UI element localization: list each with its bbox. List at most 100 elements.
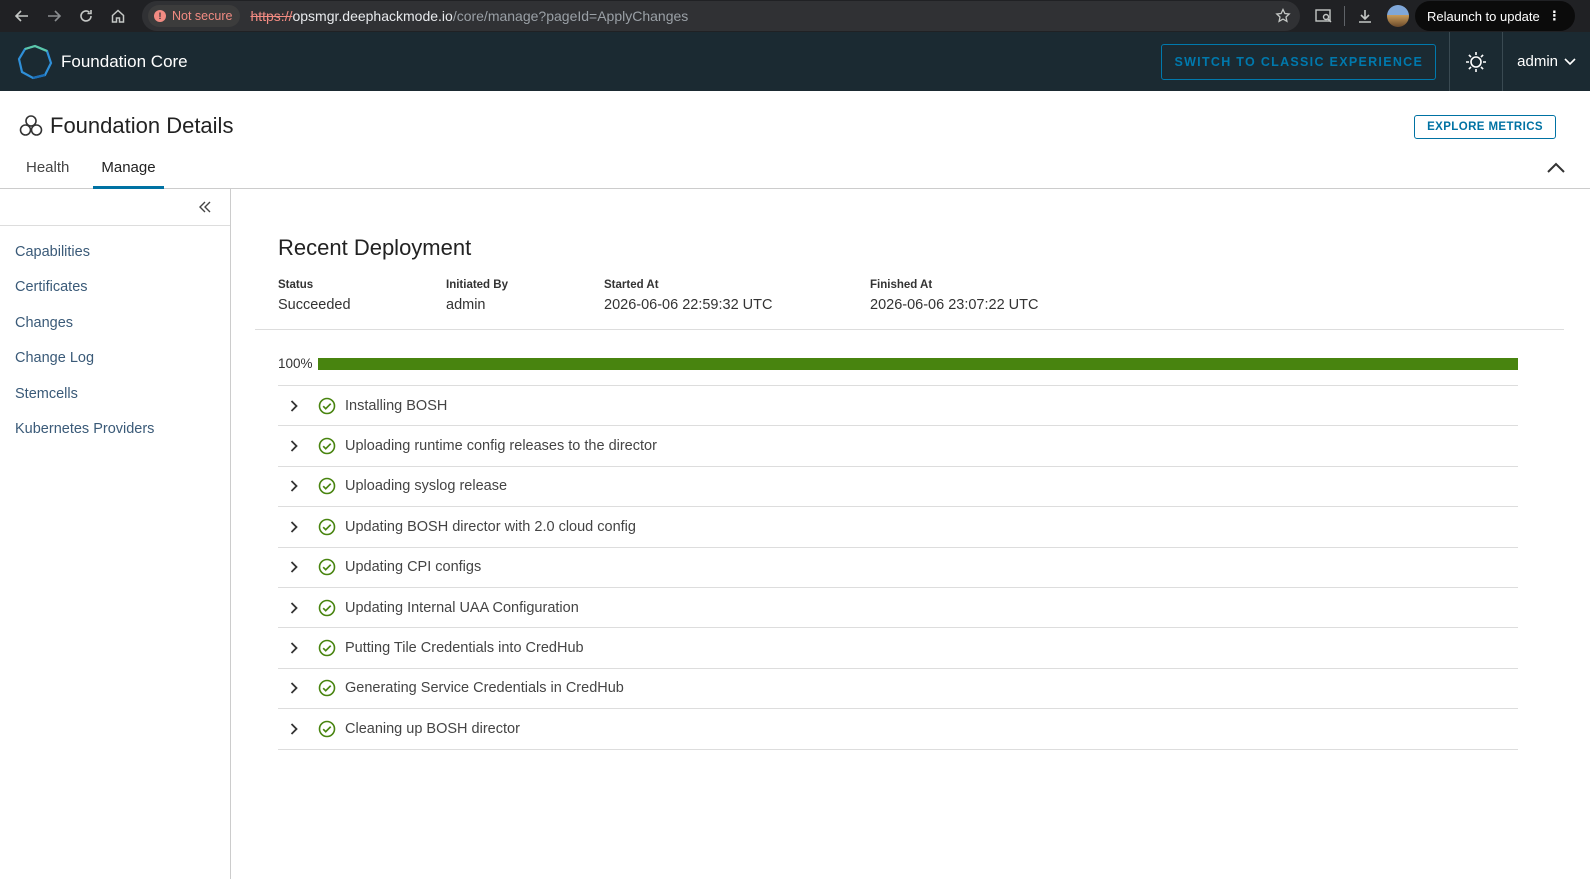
back-icon[interactable] (6, 0, 38, 32)
check-circle-icon (318, 679, 336, 697)
deployment-step[interactable]: Updating Internal UAA Configuration (278, 588, 1518, 629)
deployment-step[interactable]: Uploading syslog release (278, 467, 1518, 508)
explore-metrics-button[interactable]: EXPLORE METRICS (1414, 115, 1556, 139)
more-vert-icon: ⋮ (1547, 8, 1561, 23)
step-label: Generating Service Credentials in CredHu… (345, 680, 624, 697)
relaunch-button[interactable]: Relaunch to update ⋮ (1415, 1, 1575, 31)
relaunch-label: Relaunch to update (1427, 8, 1540, 24)
search-tab-icon[interactable] (1308, 0, 1340, 32)
deployment-step[interactable]: Putting Tile Credentials into CredHub (278, 628, 1518, 669)
step-label: Uploading syslog release (345, 478, 508, 495)
url-path: /core/manage?pageId=ApplyChanges (452, 8, 689, 24)
download-icon[interactable] (1349, 0, 1381, 32)
chevron-up-icon[interactable] (1546, 161, 1566, 179)
forward-icon[interactable] (38, 0, 70, 32)
page-header: Foundation Details EXPLORE METRICS Healt… (0, 91, 1590, 189)
check-circle-icon (318, 558, 336, 576)
sidebar-item-certificates[interactable]: Certificates (0, 270, 230, 306)
deployment-step[interactable]: Uploading runtime config releases to the… (278, 426, 1518, 467)
deployment-step[interactable]: Updating CPI configs (278, 548, 1518, 588)
main-panel: Recent Deployment Status Succeeded Initi… (231, 189, 1590, 879)
foundation-logo-icon (17, 44, 53, 79)
meta-label: Initiated By (446, 279, 508, 291)
deployment-step[interactable]: Installing BOSH (278, 386, 1518, 427)
url-text[interactable]: https://opsmgr.deephackmode.io/core/mana… (250, 8, 688, 24)
check-circle-icon (318, 599, 336, 617)
step-label: Cleaning up BOSH director (345, 720, 520, 737)
chevron-right-icon[interactable] (290, 723, 308, 735)
deployment-step[interactable]: Generating Service Credentials in CredHu… (278, 669, 1518, 710)
progress-fill (318, 357, 1518, 370)
check-circle-icon (318, 477, 336, 495)
sidebar-item-changes[interactable]: Changes (0, 305, 230, 341)
collapse-sidebar-icon[interactable] (198, 201, 212, 213)
url-host: opsmgr.deephackmode.io (292, 8, 453, 24)
deployment-meta: Status Succeeded Initiated By admin Star… (278, 279, 1590, 313)
step-label: Updating BOSH director with 2.0 cloud co… (345, 518, 636, 535)
deployment-step[interactable]: Cleaning up BOSH director (278, 709, 1518, 750)
chevron-down-icon (1564, 57, 1576, 65)
check-circle-icon (318, 518, 336, 536)
meta-initiated-by: Initiated By admin (446, 279, 604, 313)
deployment-progress: 100% (278, 356, 1518, 371)
progress-percent: 100% (278, 356, 313, 371)
step-label: Installing BOSH (345, 397, 448, 414)
meta-status: Status Succeeded (278, 279, 446, 313)
step-label: Uploading runtime config releases to the… (345, 438, 657, 455)
deployment-step[interactable]: Updating BOSH director with 2.0 cloud co… (278, 507, 1518, 548)
not-secure-label: Not secure (172, 9, 233, 23)
sidebar-item-change-log[interactable]: Change Log (0, 341, 230, 377)
security-indicator[interactable]: ! Not secure (148, 5, 241, 27)
meta-finished-at: Finished At 2026-06-06 23:07:22 UTC (870, 279, 1038, 313)
meta-value: 2026-06-06 23:07:22 UTC (870, 297, 1039, 313)
chevron-right-icon[interactable] (290, 521, 308, 533)
tab-health[interactable]: Health (18, 159, 77, 189)
meta-value: admin (446, 297, 486, 313)
meta-label: Started At (604, 279, 659, 291)
step-label: Updating CPI configs (345, 559, 482, 576)
chevron-right-icon[interactable] (290, 440, 308, 452)
sidebar: Capabilities Certificates Changes Change… (0, 189, 231, 879)
meta-started-at: Started At 2026-06-06 22:59:32 UTC (604, 279, 870, 313)
address-bar[interactable]: ! Not secure https://opsmgr.deephackmode… (142, 1, 1300, 31)
foundation-cluster-icon (19, 115, 43, 136)
chevron-right-icon[interactable] (290, 682, 308, 695)
page-title: Foundation Details (50, 113, 234, 138)
app-header: Foundation Core SWITCH TO CLASSIC EXPERI… (0, 32, 1590, 91)
check-circle-icon (318, 720, 336, 738)
browser-toolbar: ! Not secure https://opsmgr.deephackmode… (0, 0, 1590, 32)
check-circle-icon (318, 437, 336, 455)
meta-divider (255, 329, 1564, 330)
chevron-right-icon[interactable] (290, 642, 308, 654)
toolbar-divider (1344, 6, 1345, 26)
meta-value: Succeeded (278, 297, 351, 313)
check-circle-icon (318, 639, 336, 657)
step-label: Putting Tile Credentials into CredHub (345, 640, 584, 657)
step-label: Updating Internal UAA Configuration (345, 599, 579, 616)
app-title: Foundation Core (61, 51, 188, 71)
chevron-right-icon[interactable] (290, 602, 308, 614)
page-tabs: Health Manage (18, 159, 180, 189)
chevron-right-icon[interactable] (290, 480, 308, 493)
deployment-steps: Installing BOSH Uploading runtime config … (278, 385, 1518, 750)
sidebar-item-capabilities[interactable]: Capabilities (0, 234, 230, 270)
warning-icon: ! (154, 10, 166, 22)
switch-classic-button[interactable]: SWITCH TO CLASSIC EXPERIENCE (1161, 43, 1437, 80)
url-scheme: https:// (250, 8, 293, 24)
progress-track (318, 357, 1518, 370)
sidebar-item-kubernetes-providers[interactable]: Kubernetes Providers (0, 412, 230, 448)
chevron-right-icon[interactable] (290, 400, 308, 412)
bookmark-star-icon[interactable] (1272, 5, 1294, 27)
sun-icon[interactable] (1450, 32, 1502, 91)
user-name: admin (1517, 53, 1558, 70)
meta-label: Status (278, 279, 314, 291)
meta-value: 2026-06-06 22:59:32 UTC (604, 297, 773, 313)
chevron-right-icon[interactable] (290, 561, 308, 573)
reload-icon[interactable] (70, 0, 102, 32)
tab-manage[interactable]: Manage (93, 159, 164, 189)
user-menu[interactable]: admin (1503, 32, 1590, 91)
profile-avatar[interactable] (1387, 5, 1409, 27)
meta-label: Finished At (870, 279, 933, 291)
home-icon[interactable] (102, 0, 134, 32)
sidebar-item-stemcells[interactable]: Stemcells (0, 376, 230, 412)
